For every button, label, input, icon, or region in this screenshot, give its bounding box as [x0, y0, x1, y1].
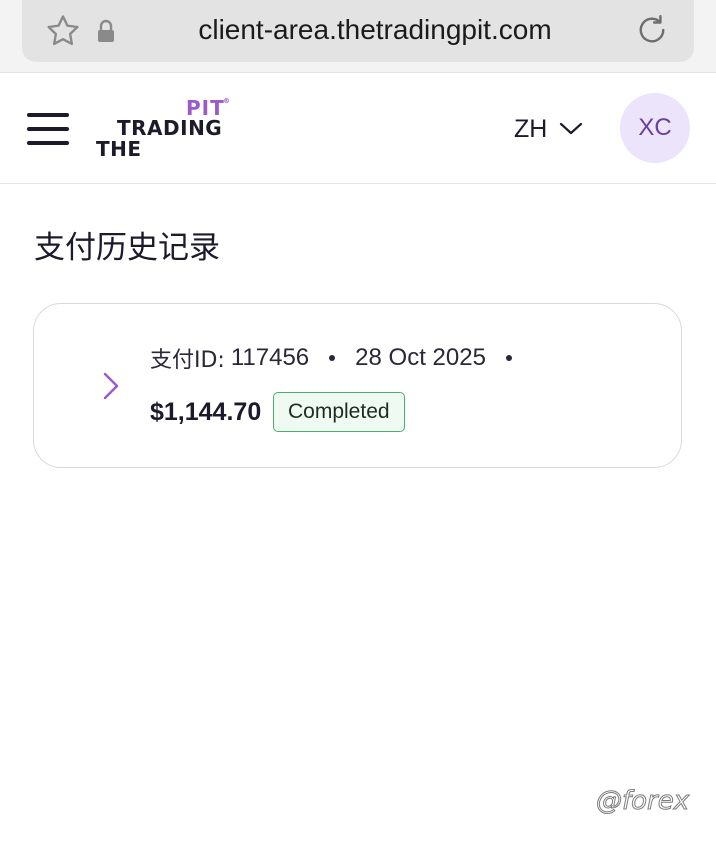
language-label: ZH — [514, 114, 548, 143]
lock-icon — [98, 19, 114, 42]
payment-id-label: 支付ID: — [150, 348, 225, 373]
hamburger-menu-icon[interactable] — [27, 113, 70, 147]
logo-pit-text: PIT — [186, 96, 225, 120]
status-badge: Completed — [273, 392, 405, 432]
payment-date: 28 Oct 2025 — [355, 344, 486, 371]
star-icon[interactable] — [44, 12, 82, 50]
app-header: PIT ® TRADING THE ZH XC — [0, 73, 716, 184]
logo-trading-text: TRADING — [117, 116, 223, 140]
reload-icon[interactable] — [634, 12, 670, 48]
separator-dot — [329, 355, 336, 361]
watermark-text: @forex — [595, 786, 690, 817]
chevron-down-icon — [560, 122, 583, 135]
payment-id-value: 117456 — [230, 344, 310, 371]
browser-toolbar: client-area.thetradingpit.com — [0, 0, 716, 73]
separator-dot — [505, 355, 512, 361]
url-text[interactable]: client-area.thetradingpit.com — [150, 14, 600, 46]
page-title: 支付历史记录 — [34, 230, 220, 266]
chevron-right-icon[interactable] — [102, 371, 120, 401]
payment-meta-row: 支付ID: 117456 28 Oct 2025 — [150, 342, 532, 374]
brand-logo[interactable]: PIT ® TRADING THE — [96, 95, 236, 161]
language-selector[interactable]: ZH — [514, 111, 583, 147]
payment-amount: $1,144.70 — [150, 398, 262, 426]
user-avatar[interactable]: XC — [620, 93, 690, 163]
logo-the-text: THE — [96, 137, 142, 161]
logo-registered-mark: ® — [223, 97, 230, 105]
payment-card[interactable]: 支付ID: 117456 28 Oct 2025 $1,144.70 Compl… — [33, 303, 682, 468]
